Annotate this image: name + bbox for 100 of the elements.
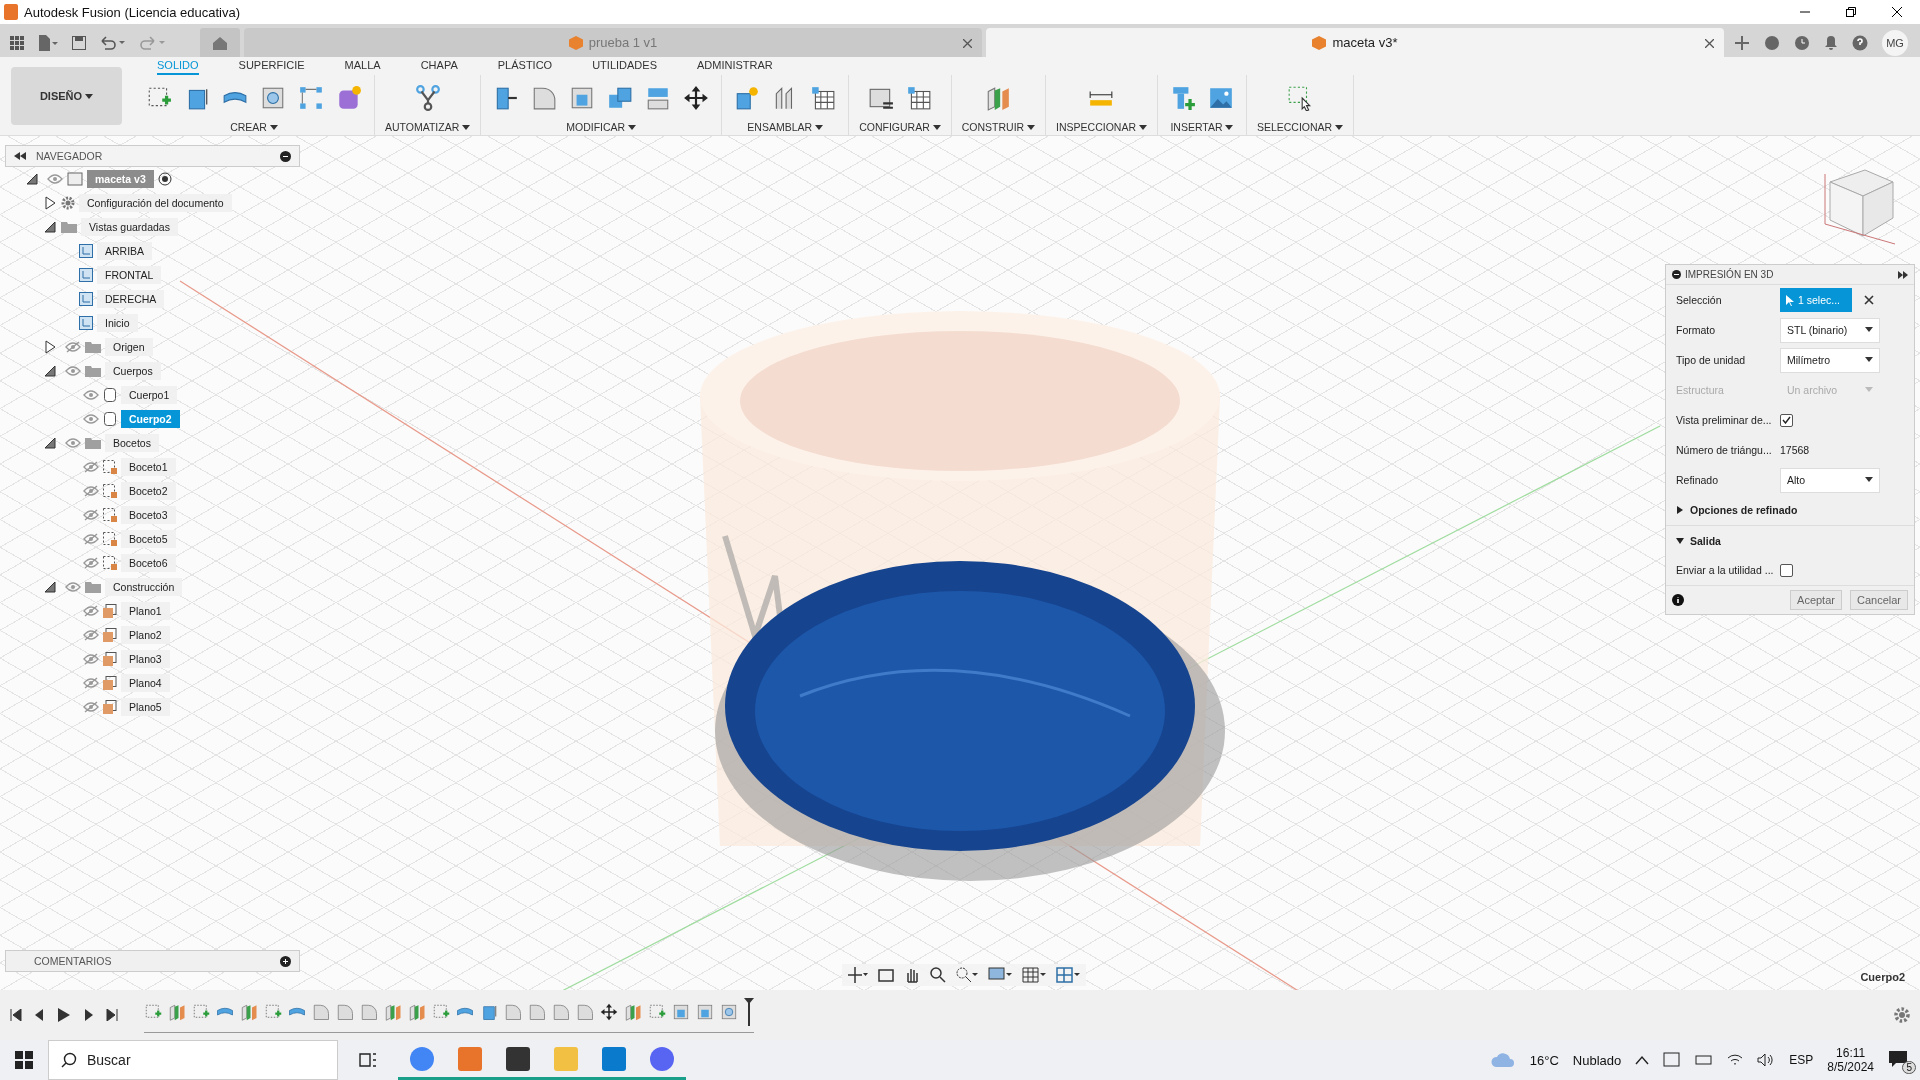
dialog-button[interactable]: Cancelar <box>1849 590 1908 610</box>
timeline-sketch-icon[interactable] <box>192 1002 210 1021</box>
timeline-fillet-icon[interactable] <box>336 1002 354 1021</box>
planes-icon[interactable] <box>985 85 1012 111</box>
tree-item[interactable]: Plano2 <box>121 626 170 644</box>
last-icon[interactable] <box>106 1009 118 1021</box>
user-avatar[interactable]: MG <box>1882 29 1908 56</box>
dialog-button[interactable]: Aceptar <box>1790 590 1842 610</box>
timeline-sketch-icon[interactable] <box>264 1002 282 1021</box>
eye-icon[interactable] <box>65 365 81 377</box>
node-icon[interactable] <box>414 85 441 111</box>
tree-item[interactable]: Cuerpos <box>105 362 161 380</box>
tree-item[interactable]: Plano1 <box>121 602 170 620</box>
undo-icon[interactable] <box>100 35 126 50</box>
tree-item[interactable]: Bocetos <box>105 434 159 452</box>
timeline-fillet-icon[interactable] <box>312 1002 330 1021</box>
settings-icon[interactable] <box>1894 1007 1910 1023</box>
tree-item[interactable]: FRONTAL <box>97 266 162 284</box>
workspace-dropdown[interactable]: DISEÑO <box>11 67 122 125</box>
tree-item[interactable]: Plano5 <box>121 698 170 716</box>
eye-icon[interactable] <box>65 437 81 449</box>
tree-item[interactable]: Plano4 <box>121 674 170 692</box>
minus-icon[interactable] <box>280 150 291 162</box>
wifi-icon[interactable] <box>1727 1053 1744 1067</box>
timeline-sketch-icon[interactable] <box>648 1002 666 1021</box>
expanded-triangle-icon[interactable] <box>25 172 39 186</box>
search-field[interactable]: Buscar <box>48 1040 338 1080</box>
play-icon[interactable] <box>58 1008 70 1022</box>
plus-icon[interactable] <box>280 955 291 967</box>
hidden-eye-icon[interactable] <box>83 701 99 713</box>
pattern-icon[interactable] <box>298 85 324 111</box>
timeline-shell-icon[interactable] <box>672 1002 690 1021</box>
restore-icon[interactable] <box>1846 7 1856 17</box>
timeline-move-icon[interactable] <box>600 1002 618 1021</box>
display-icon[interactable] <box>988 967 1012 983</box>
timeline-fillet-icon[interactable] <box>504 1002 522 1021</box>
expanded-triangle-icon[interactable] <box>43 364 57 378</box>
group-menu[interactable]: CONSTRUIR <box>961 121 1036 133</box>
timeline-fillet-icon[interactable] <box>552 1002 570 1021</box>
timeline-marker-icon[interactable] <box>744 997 754 1026</box>
group-menu[interactable]: AUTOMATIZAR <box>385 121 471 133</box>
hidden-eye-icon[interactable] <box>83 677 99 689</box>
timeline-planes-icon[interactable] <box>168 1002 186 1021</box>
hidden-eye-icon[interactable] <box>83 509 99 521</box>
language-indicator[interactable]: ESP <box>1789 1053 1814 1067</box>
task-view-icon[interactable] <box>359 1052 377 1068</box>
group-menu[interactable]: INSERTAR <box>1170 121 1234 133</box>
section-toggle[interactable]: Salida <box>1676 534 1721 547</box>
tree-item[interactable]: Boceto5 <box>121 530 176 548</box>
timeline-fillet-icon[interactable] <box>360 1002 378 1021</box>
timeline-planes-icon[interactable] <box>384 1002 402 1021</box>
next-icon[interactable] <box>82 1009 94 1021</box>
zoom-icon[interactable] <box>930 967 946 983</box>
chevron-up-icon[interactable] <box>1635 1055 1650 1065</box>
tree-item[interactable]: Construcción <box>105 578 183 596</box>
grid-menu-icon[interactable] <box>10 35 24 50</box>
eye-icon[interactable] <box>47 173 63 185</box>
battery-icon[interactable] <box>1695 1054 1714 1066</box>
section-toggle[interactable]: Opciones de refinado <box>1676 504 1798 516</box>
hidden-eye-icon[interactable] <box>65 341 81 353</box>
timeline-shell-icon[interactable] <box>696 1002 714 1021</box>
ribbon-tab[interactable]: CHAPA <box>420 59 458 75</box>
expanded-triangle-icon[interactable] <box>43 580 57 594</box>
grid-icon[interactable] <box>1022 967 1046 983</box>
tree-item[interactable]: Boceto1 <box>121 458 176 476</box>
hidden-eye-icon[interactable] <box>83 461 99 473</box>
expanded-triangle-icon[interactable] <box>43 220 57 234</box>
collapse-icon[interactable] <box>14 152 26 160</box>
expand-icon[interactable] <box>1898 270 1908 279</box>
tree-item[interactable]: Inicio <box>97 314 138 332</box>
notifications-icon[interactable] <box>1888 1050 1910 1070</box>
selection-icon[interactable] <box>1287 85 1313 111</box>
combine-icon[interactable] <box>607 85 634 111</box>
clock-icon[interactable] <box>1794 34 1810 51</box>
hidden-eye-icon[interactable] <box>83 533 99 545</box>
checkbox[interactable] <box>1780 413 1793 427</box>
table-icon[interactable] <box>810 85 837 111</box>
timeline-sketch-icon[interactable] <box>432 1002 450 1021</box>
tree-item[interactable]: Origen <box>105 338 153 356</box>
timeline-fillet-icon[interactable] <box>528 1002 546 1021</box>
group-menu[interactable]: MODIFICAR <box>566 121 637 133</box>
collapsed-triangle-icon[interactable] <box>43 340 57 354</box>
hidden-eye-icon[interactable] <box>83 629 99 641</box>
ribbon-tab[interactable]: PLÁSTICO <box>497 59 553 75</box>
group-menu[interactable]: CONFIGURAR <box>859 121 941 133</box>
form-icon[interactable] <box>336 85 362 111</box>
fillet-icon[interactable] <box>531 85 558 111</box>
dropdown[interactable]: Alto <box>1780 467 1880 493</box>
orbit-icon[interactable] <box>848 967 868 983</box>
first-icon[interactable] <box>10 1009 22 1021</box>
speaker-icon[interactable] <box>1757 1053 1776 1067</box>
tree-item[interactable]: Vistas guardadas <box>81 218 178 236</box>
tree-item[interactable]: ARRIBA <box>97 242 153 260</box>
viewports-icon[interactable] <box>1056 967 1080 983</box>
start-icon[interactable] <box>15 1051 33 1069</box>
close-icon[interactable] <box>1864 295 1874 305</box>
ribbon-tab[interactable]: UTILIDADES <box>592 59 657 75</box>
pan-hand-icon[interactable] <box>904 967 920 983</box>
help-icon[interactable] <box>1852 34 1868 51</box>
tree-item[interactable]: Plano3 <box>121 650 170 668</box>
